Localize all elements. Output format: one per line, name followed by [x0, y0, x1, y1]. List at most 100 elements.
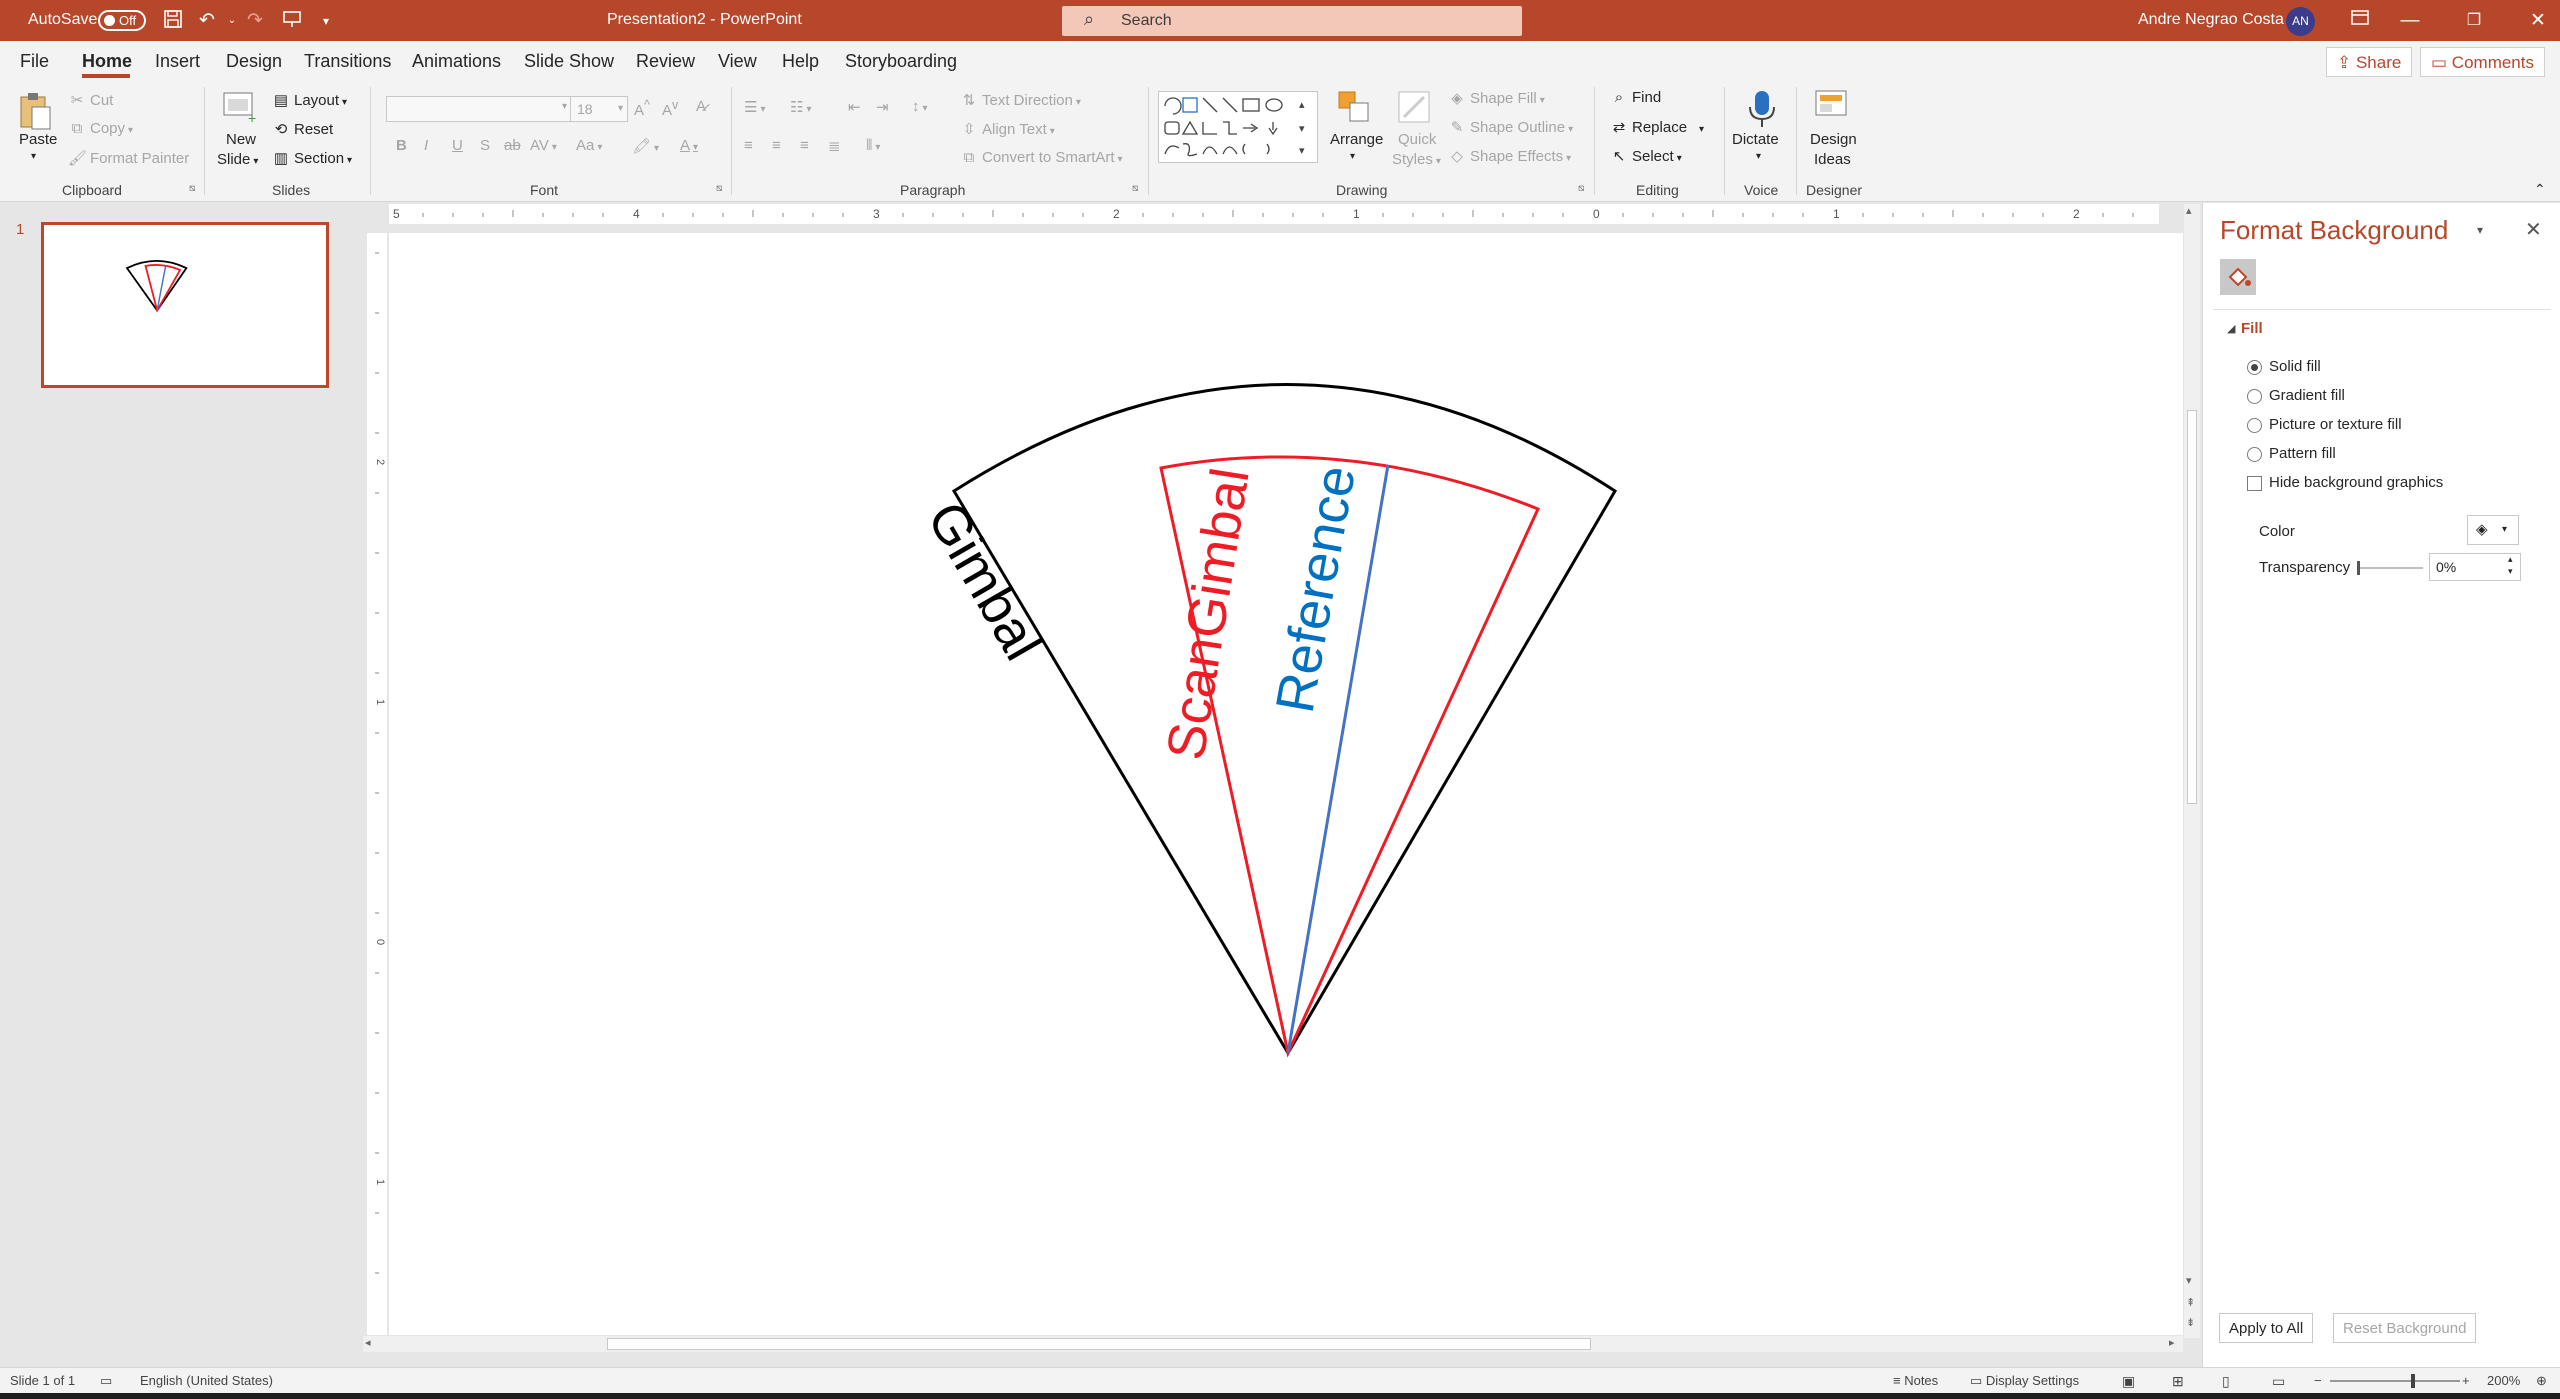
tab-view[interactable]: View — [718, 51, 757, 72]
gradient-fill-radio[interactable] — [2247, 389, 2262, 404]
transparency-slider-track[interactable] — [2357, 567, 2423, 569]
tab-insert[interactable]: Insert — [155, 51, 200, 72]
slideshow-view-icon[interactable]: ▭ — [2272, 1373, 2285, 1390]
font-size-input[interactable]: 18 ▾ — [570, 96, 628, 122]
numbering-icon[interactable]: ☷ ▾ — [790, 98, 811, 116]
character-spacing-icon[interactable]: AV ▾ — [530, 137, 557, 154]
bullets-icon[interactable]: ☰ ▾ — [744, 98, 765, 116]
scroll-up-icon[interactable]: ▴ — [2186, 204, 2192, 217]
avatar[interactable]: AN — [2286, 7, 2315, 36]
font-launcher-icon[interactable]: ⧅ — [716, 183, 722, 194]
quick-styles-label[interactable]: Styles ▾ — [1392, 151, 1441, 168]
normal-view-icon[interactable]: ▣ — [2122, 1373, 2135, 1390]
design-ideas-icon[interactable] — [1814, 89, 1850, 125]
drawing-launcher-icon[interactable]: ⧅ — [1578, 183, 1584, 194]
tab-home[interactable]: Home — [82, 51, 132, 72]
paste-icon[interactable] — [18, 91, 54, 130]
font-color-icon[interactable]: A ▾ — [680, 137, 698, 154]
apply-to-all-button[interactable]: Apply to All — [2219, 1313, 2314, 1343]
undo-dropdown-icon[interactable]: ⌄ — [220, 9, 244, 33]
ideas-label[interactable]: Ideas — [1814, 151, 1851, 168]
new-slide-icon[interactable]: + — [222, 89, 258, 126]
underline-icon[interactable]: U — [452, 137, 463, 154]
zoom-out-icon[interactable]: − — [2314, 1373, 2322, 1388]
justify-icon[interactable]: ≣ — [828, 137, 841, 155]
dictate-label[interactable]: Dictate — [1732, 131, 1779, 148]
shape-effects-button[interactable]: ◇ Shape Effects ▾ — [1448, 147, 1571, 165]
increase-font-icon[interactable]: A^ — [634, 98, 650, 119]
fit-to-window-icon[interactable]: ⊕ — [2536, 1373, 2547, 1389]
pane-options-icon[interactable]: ▾ — [2477, 223, 2483, 237]
fill-tab[interactable] — [2220, 259, 2256, 295]
align-left-icon[interactable]: ≡ — [744, 137, 753, 154]
strikethrough-icon[interactable]: ab — [504, 137, 521, 154]
search-box[interactable]: ⌕ Search — [1062, 6, 1522, 36]
solid-fill-label[interactable]: Solid fill — [2269, 358, 2321, 375]
layout-button[interactable]: ▤ Layout ▾ — [272, 91, 347, 109]
arrange-dropdown-icon[interactable]: ▾ — [1350, 151, 1355, 162]
comments-button[interactable]: ▭ Comments — [2420, 47, 2545, 77]
paste-label[interactable]: Paste — [19, 131, 57, 148]
collapse-ribbon-icon[interactable]: ⌃ — [2534, 181, 2546, 198]
slide-thumbnail[interactable] — [41, 222, 329, 388]
scroll-left-icon[interactable]: ◂ — [365, 1336, 371, 1349]
tab-storyboarding[interactable]: Storyboarding — [845, 51, 957, 72]
vertical-scrollbar[interactable]: ▴ ▾ ⇞ ⇟ — [2184, 204, 2200, 1338]
shape-fill-button[interactable]: ◈ Shape Fill ▾ — [1448, 89, 1545, 107]
transparency-slider-handle[interactable] — [2357, 561, 2360, 575]
clipboard-launcher-icon[interactable]: ⧅ — [189, 183, 195, 194]
zoom-slider-handle[interactable] — [2411, 1374, 2415, 1388]
slide-canvas[interactable]: Gimbal ScanGimbal Reference — [389, 233, 2183, 1335]
tab-help[interactable]: Help — [782, 51, 819, 72]
spelling-icon[interactable]: ▭ — [100, 1373, 112, 1389]
design-label-1[interactable]: Design — [1810, 131, 1857, 148]
hide-background-checkbox[interactable] — [2247, 476, 2262, 491]
reading-view-icon[interactable]: ▯ — [2222, 1373, 2230, 1390]
font-name-input[interactable]: ▾ — [386, 96, 572, 122]
minimize-icon[interactable]: — — [2398, 9, 2422, 33]
redo-icon[interactable]: ↷ — [243, 9, 267, 33]
paragraph-launcher-icon[interactable]: ⧅ — [1132, 183, 1138, 194]
tab-animations[interactable]: Animations — [412, 51, 501, 72]
notes-button[interactable]: ≡ Notes — [1893, 1373, 1938, 1388]
highlight-icon[interactable]: 🖍 ▾ — [632, 137, 659, 155]
close-icon[interactable]: ✕ — [2526, 9, 2550, 33]
shapes-gallery[interactable]: ▴ ▾ ▾ — [1158, 91, 1318, 163]
align-center-icon[interactable]: ≡ — [772, 137, 781, 154]
close-pane-icon[interactable]: ✕ — [2525, 217, 2542, 242]
shadow-icon[interactable]: S — [480, 137, 490, 154]
next-slide-icon[interactable]: ⇟ — [2186, 1316, 2195, 1329]
restore-icon[interactable]: ❐ — [2462, 9, 2486, 33]
undo-icon[interactable]: ↶ — [195, 9, 219, 33]
arrange-icon[interactable] — [1336, 89, 1372, 125]
align-text-button[interactable]: ⇳ Align Text ▾ — [960, 120, 1055, 138]
picture-fill-radio[interactable] — [2247, 418, 2262, 433]
shape-outline-button[interactable]: ✎ Shape Outline ▾ — [1448, 118, 1573, 136]
new-label-1[interactable]: New — [226, 131, 256, 148]
hide-background-label[interactable]: Hide background graphics — [2269, 474, 2443, 491]
zoom-in-icon[interactable]: + — [2462, 1373, 2470, 1388]
section-button[interactable]: ▥ Section ▾ — [272, 149, 352, 167]
pattern-fill-radio[interactable] — [2247, 447, 2262, 462]
find-button[interactable]: ⌕ Find — [1610, 89, 1661, 106]
reset-button[interactable]: ⟲ Reset — [272, 120, 333, 138]
copy-button[interactable]: ⧉ Copy ▾ — [68, 120, 133, 137]
clear-formatting-icon[interactable]: A̷ — [696, 98, 706, 115]
format-painter-button[interactable]: 🖌 Format Painter — [68, 149, 189, 167]
vertical-scroll-thumb[interactable] — [2187, 410, 2197, 804]
previous-slide-icon[interactable]: ⇞ — [2186, 1296, 2195, 1309]
horizontal-scrollbar[interactable]: ◂ ▸ — [363, 1336, 2183, 1352]
increase-indent-icon[interactable]: ⇥ — [876, 98, 889, 116]
decrease-font-icon[interactable]: Av — [662, 98, 678, 119]
horizontal-ruler[interactable]: 5 4 3 2 1 0 1 2 — [389, 204, 2284, 224]
scroll-down-icon[interactable]: ▾ — [2186, 1274, 2192, 1287]
tab-file[interactable]: File — [20, 51, 49, 72]
replace-button[interactable]: ⇄ Replace ▾ — [1610, 118, 1704, 136]
tab-review[interactable]: Review — [636, 51, 695, 72]
new-slide-label[interactable]: Slide ▾ — [217, 151, 258, 168]
zoom-level[interactable]: 200% — [2487, 1373, 2520, 1388]
tab-slide-show[interactable]: Slide Show — [524, 51, 614, 72]
columns-icon[interactable]: ⫴ ▾ — [866, 137, 880, 154]
solid-fill-radio[interactable] — [2247, 360, 2262, 375]
zoom-slider-track[interactable] — [2330, 1380, 2460, 1382]
